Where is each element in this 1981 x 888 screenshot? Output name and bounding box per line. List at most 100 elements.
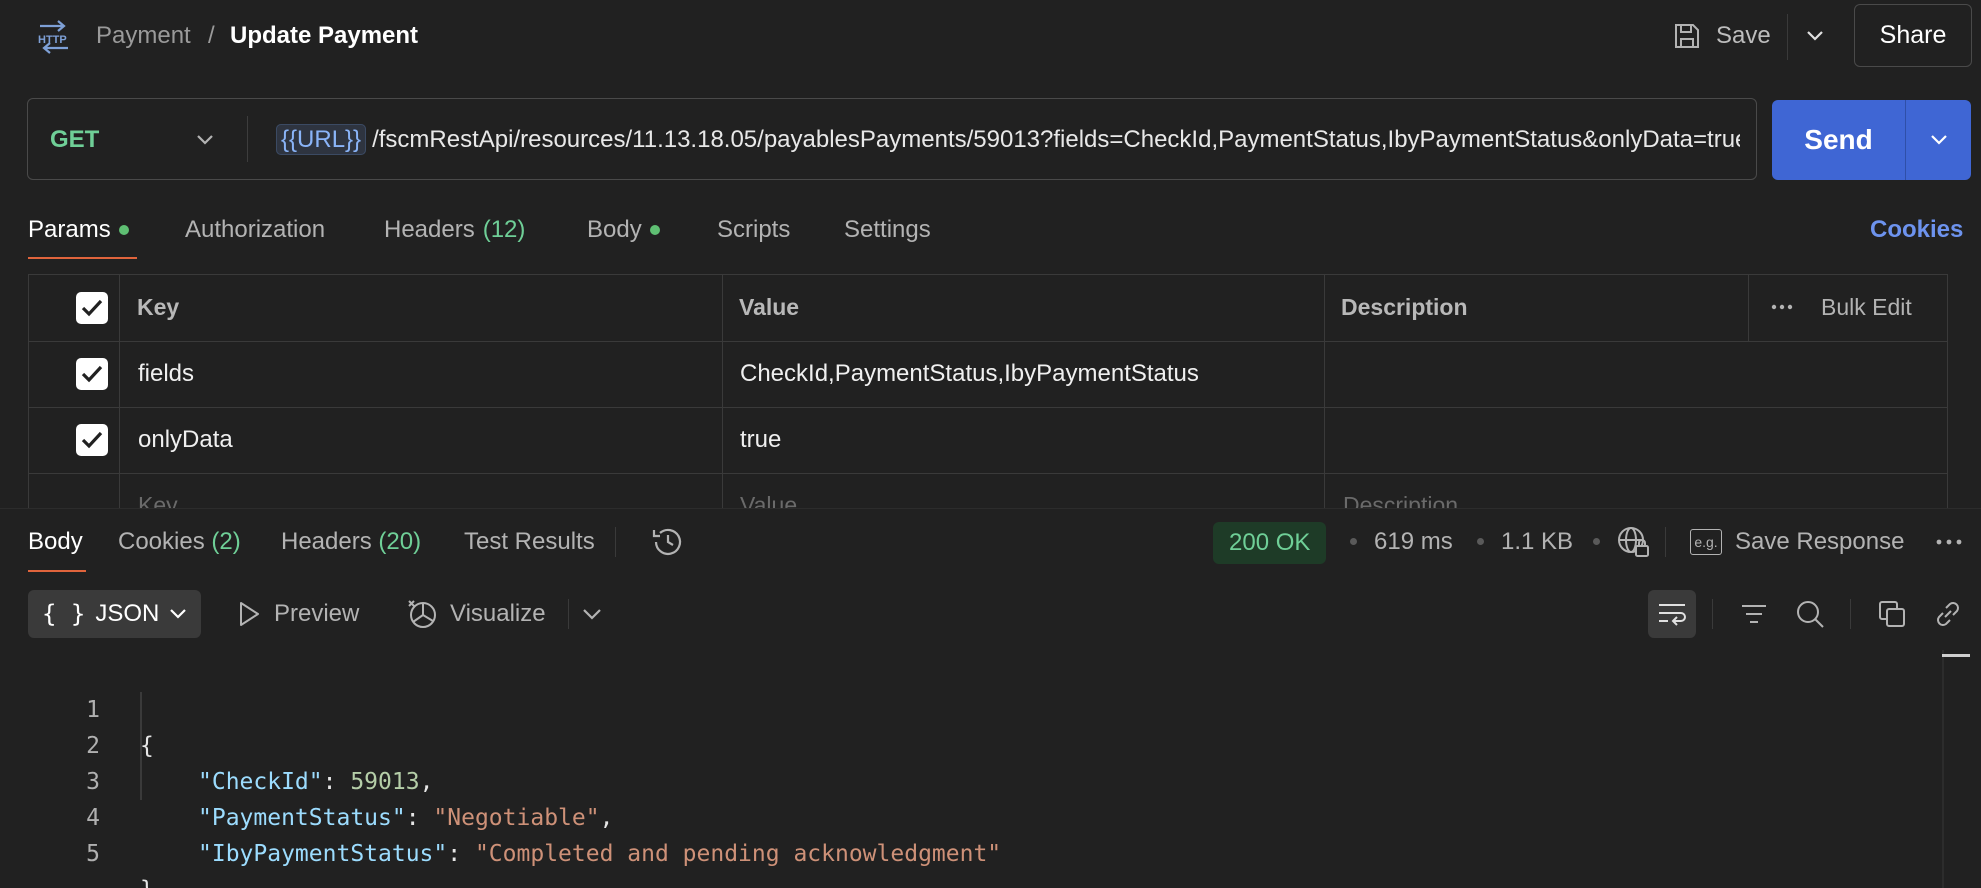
divider (1787, 14, 1788, 60)
json-colon: : (447, 841, 475, 867)
chevron-down-icon (197, 135, 213, 145)
divider (1712, 599, 1713, 629)
divider (1665, 527, 1666, 557)
visualize-button[interactable]: Visualize (406, 598, 546, 630)
json-comma: , (419, 769, 434, 795)
method-select[interactable]: GET (50, 124, 99, 156)
play-icon (240, 602, 259, 626)
json-colon: : (405, 805, 434, 831)
tab-params[interactable]: Params (28, 214, 129, 246)
row-checkbox[interactable] (76, 424, 108, 456)
new-value-input[interactable]: Value (740, 489, 797, 508)
status-dot (649, 225, 660, 235)
save-options-button[interactable] (1800, 20, 1830, 52)
code-text: } (140, 872, 154, 888)
json-value: "Completed and pending acknowledgment" (474, 841, 1002, 867)
column-divider (119, 275, 120, 508)
response-tab-test-results[interactable]: Test Results (464, 526, 595, 558)
params-table: Key Value Description Bulk Edit fields C… (28, 274, 1948, 508)
tab-label: Body (587, 216, 642, 243)
new-description-input[interactable]: Description (1343, 489, 1458, 508)
code-line: 5 } (0, 800, 154, 888)
column-header-value: Value (739, 294, 800, 320)
page-title[interactable]: Update Payment (230, 20, 418, 52)
divider (568, 599, 569, 629)
filter-icon[interactable] (1738, 598, 1770, 630)
url-variable[interactable]: {{URL}} (276, 124, 367, 155)
tab-count: (2) (211, 528, 241, 555)
param-key[interactable]: fields (138, 358, 194, 390)
scrollbar[interactable] (1942, 650, 1944, 888)
row-divider (29, 407, 1947, 408)
tab-count: (20) (378, 528, 422, 555)
copy-icon[interactable] (1876, 598, 1908, 630)
tab-scripts[interactable]: Scripts (717, 214, 790, 246)
pane-divider[interactable] (0, 508, 1981, 509)
globe-lock-icon[interactable] (1616, 525, 1650, 559)
tab-label: Scripts (717, 216, 791, 243)
response-tab-headers[interactable]: Headers (20) (281, 526, 421, 558)
json-key: "PaymentStatus" (198, 805, 406, 831)
chevron-down-icon (170, 609, 187, 619)
cookies-link[interactable]: Cookies (1870, 214, 1963, 246)
tab-headers[interactable]: Headers (12) (384, 214, 525, 246)
scrollbar-thumb[interactable] (1942, 654, 1970, 657)
search-icon[interactable] (1794, 598, 1826, 630)
code-text: { (140, 733, 154, 759)
breadcrumb-parent[interactable]: Payment (96, 20, 191, 52)
check-icon (81, 299, 103, 317)
format-label: JSON (95, 600, 160, 627)
line-number: 5 (86, 841, 100, 867)
response-time[interactable]: 619 ms (1374, 526, 1453, 558)
param-value[interactable]: true (740, 424, 781, 456)
send-options-button[interactable] (1906, 100, 1971, 180)
select-all-checkbox[interactable] (76, 292, 108, 324)
new-key-input[interactable]: Key (138, 489, 178, 508)
row-checkbox[interactable] (76, 358, 108, 390)
line-number: 3 (86, 769, 100, 795)
json-colon: : (322, 769, 351, 795)
json-value: "Negotiable" (433, 805, 600, 831)
save-button[interactable]: Save (1672, 14, 1771, 58)
response-tab-body[interactable]: Body (28, 526, 83, 558)
column-divider (722, 275, 723, 508)
visualize-options-button[interactable] (580, 598, 604, 630)
preview-button[interactable]: Preview (236, 598, 359, 630)
more-horizontal-icon[interactable] (1771, 303, 1793, 311)
history-icon[interactable] (650, 525, 686, 559)
url-input[interactable]: {{URL}}/fscmRestApi/resources/11.13.18.0… (276, 120, 1740, 160)
wrap-lines-icon (1659, 604, 1686, 626)
param-key[interactable]: onlyData (138, 424, 233, 456)
line-number: 1 (86, 697, 100, 723)
bulk-edit-button[interactable]: Bulk Edit (1821, 291, 1912, 323)
tab-settings[interactable]: Settings (844, 214, 931, 246)
method-dropdown-button[interactable] (190, 124, 220, 156)
braces-icon: { } (42, 600, 86, 628)
wrap-lines-button[interactable] (1648, 590, 1696, 638)
visualize-icon (408, 600, 436, 628)
code-text: "CheckId": 59013, (198, 764, 433, 800)
line-number: 2 (86, 733, 100, 759)
response-tab-cookies[interactable]: Cookies (2) (118, 526, 241, 558)
save-response-button[interactable]: Save Response (1735, 526, 1904, 558)
row-divider (29, 473, 1947, 474)
code-text: "PaymentStatus": "Negotiable", (198, 800, 613, 836)
http-icon: HTTP (34, 18, 74, 54)
status-badge[interactable]: 200 OK (1213, 522, 1327, 564)
active-tab-indicator (28, 257, 137, 259)
check-icon (81, 365, 103, 383)
tab-label: Headers (384, 216, 475, 243)
link-icon[interactable] (1932, 598, 1964, 630)
tab-authorization[interactable]: Authorization (185, 214, 325, 246)
param-value[interactable]: CheckId,PaymentStatus,IbyPaymentStatus (740, 358, 1199, 390)
response-size[interactable]: 1.1 KB (1501, 526, 1573, 558)
format-select[interactable]: { } JSON (28, 590, 201, 638)
more-horizontal-icon[interactable] (1934, 532, 1964, 552)
tab-body[interactable]: Body (587, 214, 660, 246)
active-tab-indicator (28, 570, 86, 572)
send-button[interactable]: Send (1772, 100, 1905, 180)
divider (1850, 599, 1851, 629)
chevron-down-icon (1807, 31, 1823, 41)
share-button[interactable]: Share (1854, 4, 1972, 67)
column-divider (1748, 275, 1749, 341)
